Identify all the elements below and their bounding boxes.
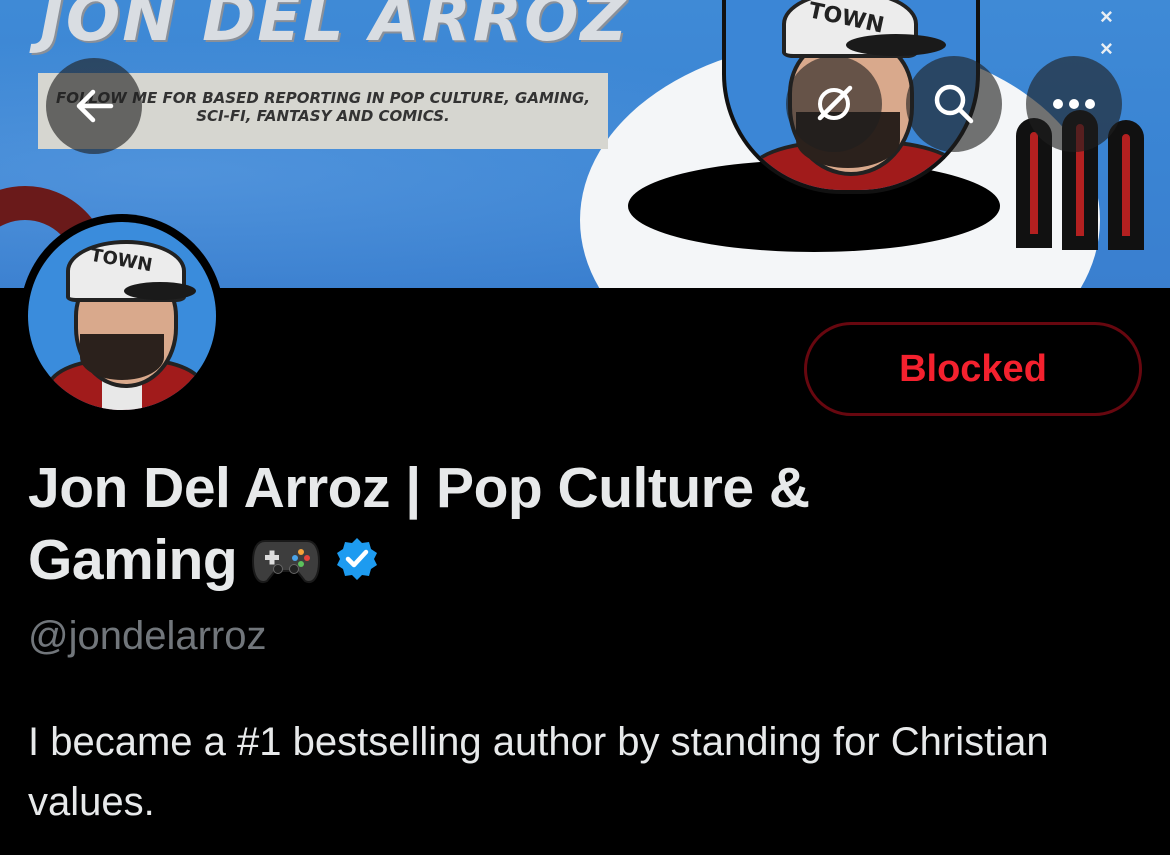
banner-title: JON DEL ARROZ (40, 0, 629, 56)
grok-icon (817, 85, 853, 121)
more-icon (1053, 99, 1095, 109)
grok-button[interactable] (786, 56, 882, 152)
display-name-line1: Jon Del Arroz | Pop Culture & (28, 456, 810, 520)
handle: @jondelarroz (28, 614, 267, 658)
search-button[interactable] (906, 56, 1002, 152)
blocked-button[interactable]: Blocked (804, 322, 1142, 416)
gamepad-icon (251, 531, 321, 604)
back-button[interactable] (46, 58, 142, 154)
banner-tube (1108, 120, 1144, 250)
verified-badge-icon[interactable] (333, 528, 381, 600)
arrow-left-icon (76, 89, 114, 123)
banner-x-mark: × (1100, 36, 1113, 61)
banner-x-mark: × (1100, 4, 1113, 29)
avatar[interactable]: TOWN (20, 214, 224, 418)
display-name-line2: Gaming (28, 528, 238, 592)
display-name: Jon Del Arroz | Pop Culture & Gaming (28, 452, 1008, 604)
avatar-image: TOWN (28, 222, 216, 410)
search-icon (934, 84, 974, 124)
more-button[interactable] (1026, 56, 1122, 152)
bio: I became a #1 bestselling author by stan… (28, 720, 1049, 824)
